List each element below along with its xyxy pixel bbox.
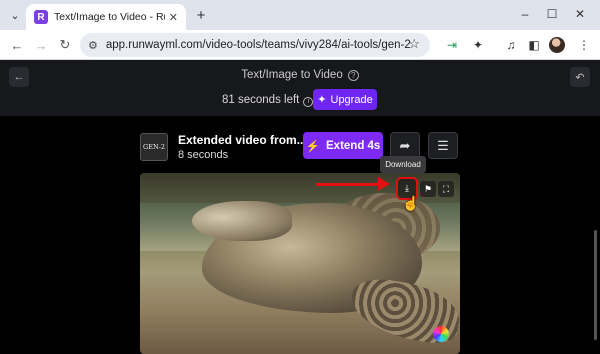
- maximize-button[interactable]: ☐: [542, 5, 562, 23]
- media-icon[interactable]: ♫: [503, 37, 519, 53]
- share-button[interactable]: ➦: [390, 132, 420, 159]
- color-wheel-icon[interactable]: [433, 326, 449, 342]
- minimize-button[interactable]: –: [515, 5, 535, 23]
- red-annotation-arrow: [316, 183, 380, 186]
- browser-tab[interactable]: R Text/Image to Video - Runway ✕: [26, 4, 186, 30]
- reload-icon[interactable]: ↻: [56, 36, 74, 54]
- browser-toolbar: ← → ↻ ⚙ app.runwayml.com/video-tools/tea…: [0, 30, 600, 60]
- address-bar[interactable]: ⚙ app.runwayml.com/video-tools/teams/viv…: [80, 33, 430, 57]
- flag-icon: ⚑: [423, 183, 433, 194]
- video-duration: 8 seconds: [178, 149, 229, 161]
- sidebar-icon[interactable]: ◧: [526, 37, 542, 53]
- magic-wand-icon: ⚡: [305, 140, 320, 153]
- url-text: app.runwayml.com/video-tools/teams/vivy2…: [105, 39, 411, 51]
- sparkle-icon: ✦: [317, 94, 327, 106]
- browser-tabstrip: ⌄ R Text/Image to Video - Runway ✕ + – ☐…: [0, 0, 600, 30]
- flag-button[interactable]: ⚑: [420, 181, 436, 197]
- extend-button[interactable]: ⚡ Extend 4s: [303, 132, 383, 159]
- page-title: Text/Image to Video?: [0, 69, 600, 81]
- gen2-thumbnail: GEN-2: [140, 133, 168, 161]
- red-annotation-arrowhead: [378, 177, 390, 191]
- close-window-button[interactable]: ✕: [570, 5, 590, 23]
- back-icon[interactable]: ←: [8, 36, 26, 54]
- extend-label: Extend 4s: [326, 139, 381, 152]
- bookmark-star-icon[interactable]: ☆: [408, 36, 420, 52]
- fullscreen-button[interactable]: ⛶: [438, 181, 454, 197]
- extension-icon[interactable]: ⇥: [444, 37, 460, 53]
- details-button[interactable]: ☰: [428, 132, 458, 159]
- credits-status: 81 seconds left i: [222, 94, 314, 107]
- puzzle-icon[interactable]: ✦: [470, 37, 486, 53]
- upgrade-button[interactable]: ✦ Upgrade: [313, 89, 377, 110]
- menu-icon[interactable]: ⋮: [576, 37, 592, 53]
- fullscreen-icon: ⛶: [442, 183, 450, 194]
- download-tooltip: Download: [380, 156, 426, 173]
- runway-favicon-icon: R: [34, 10, 48, 24]
- tab-title: Text/Image to Video - Runway: [54, 11, 165, 23]
- download-icon: ⤓: [405, 183, 409, 193]
- app-header: ← Text/Image to Video? ↶ 81 seconds left…: [0, 60, 600, 116]
- seconds-left-text: 81 seconds left: [222, 94, 300, 106]
- profile-avatar[interactable]: [549, 37, 565, 53]
- tab-close-icon[interactable]: ✕: [169, 11, 178, 24]
- info-icon[interactable]: i: [303, 97, 314, 107]
- tab-search-icon[interactable]: ⌄: [6, 6, 24, 24]
- upgrade-label: Upgrade: [330, 93, 373, 106]
- site-info-icon[interactable]: ⚙: [88, 39, 98, 52]
- scrollbar[interactable]: [594, 230, 597, 340]
- document-icon: ☰: [437, 137, 449, 153]
- hand-cursor-icon: ☝: [402, 195, 420, 211]
- undo-icon[interactable]: ↶: [570, 67, 590, 87]
- forward-icon[interactable]: →: [32, 36, 50, 54]
- page-title-text: Text/Image to Video: [241, 69, 343, 81]
- share-arrow-icon: ➦: [399, 137, 411, 153]
- video-title: Extended video from...: [178, 133, 307, 147]
- turtle-head-graphic: [192, 201, 292, 241]
- new-tab-button[interactable]: +: [192, 6, 210, 24]
- help-icon[interactable]: ?: [347, 70, 359, 81]
- runway-app: ← Text/Image to Video? ↶ 81 seconds left…: [0, 60, 600, 354]
